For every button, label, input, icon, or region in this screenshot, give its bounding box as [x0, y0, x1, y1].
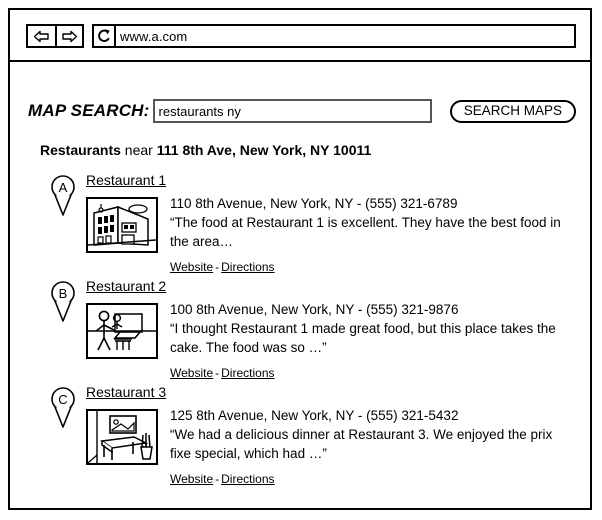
result-details: 110 8th Avenue, New York, NY - (555) 321…	[170, 194, 572, 274]
map-pin-marker[interactable]: C	[46, 386, 80, 430]
results-connector: near	[120, 142, 157, 158]
result-item: C Restaurant 3 125 8th Avenue, New York,…	[10, 384, 590, 490]
navigation-buttons	[26, 24, 84, 48]
map-pin-letter: C	[58, 392, 67, 407]
result-details: 100 8th Avenue, New York, NY - (555) 321…	[170, 300, 572, 380]
reload-icon	[96, 28, 112, 44]
website-link[interactable]: Website	[170, 260, 213, 274]
result-title-link[interactable]: Restaurant 3	[86, 384, 166, 400]
search-maps-button[interactable]: SEARCH MAPS	[449, 99, 576, 123]
map-search-bar: MAP SEARCH: SEARCH MAPS	[28, 98, 576, 124]
result-thumbnail[interactable]	[86, 409, 158, 465]
results-location: 111 8th Ave, New York, NY 10011	[156, 142, 372, 158]
result-links: Website - Directions	[170, 260, 572, 274]
reload-button[interactable]	[94, 26, 116, 46]
address-bar[interactable]: www.a.com	[92, 24, 576, 48]
website-link[interactable]: Website	[170, 366, 213, 380]
link-separator: -	[215, 260, 220, 274]
building-exterior-thumbnail-icon	[88, 199, 156, 251]
result-links: Website - Directions	[170, 472, 572, 486]
result-title-link[interactable]: Restaurant 2	[86, 278, 166, 294]
browser-window: www.a.com MAP SEARCH: SEARCH MAPS Restau…	[8, 8, 592, 510]
directions-link[interactable]: Directions	[221, 366, 274, 380]
result-snippet: “We had a delicious dinner at Restaurant…	[170, 427, 553, 461]
link-separator: -	[215, 472, 220, 486]
website-link[interactable]: Website	[170, 472, 213, 486]
map-pin-letter: B	[59, 286, 68, 301]
result-address: 100 8th Avenue, New York, NY - (555) 321…	[170, 302, 459, 317]
result-title-link[interactable]: Restaurant 1	[86, 172, 166, 188]
results-heading: Restaurants near 111 8th Ave, New York, …	[40, 142, 371, 158]
result-address: 110 8th Avenue, New York, NY - (555) 321…	[170, 196, 458, 211]
map-search-label: MAP SEARCH:	[28, 101, 150, 120]
link-separator: -	[215, 366, 220, 380]
directions-link[interactable]: Directions	[221, 260, 274, 274]
back-button[interactable]	[28, 26, 55, 46]
result-links: Website - Directions	[170, 366, 572, 380]
result-snippet: “The food at Restaurant 1 is excellent. …	[170, 215, 561, 249]
result-snippet: “I thought Restaurant 1 made great food,…	[170, 321, 556, 355]
map-pin-marker[interactable]: B	[46, 280, 80, 324]
arrow-left-icon	[33, 30, 50, 43]
map-search-wireframe: www.a.com MAP SEARCH: SEARCH MAPS Restau…	[0, 0, 602, 520]
arrow-right-icon	[61, 30, 78, 43]
results-list: A Restaurant 1 110 8th Avenue, New York,…	[10, 172, 590, 490]
result-thumbnail[interactable]	[86, 303, 158, 359]
result-item: A Restaurant 1 110 8th Avenue, New York,…	[10, 172, 590, 278]
search-input[interactable]	[152, 99, 432, 123]
result-address: 125 8th Avenue, New York, NY - (555) 321…	[170, 408, 459, 423]
dining-room-interior-thumbnail-icon	[88, 411, 156, 463]
result-thumbnail[interactable]	[86, 197, 158, 253]
browser-toolbar: www.a.com	[10, 10, 590, 62]
map-pin-letter: A	[59, 180, 68, 195]
directions-link[interactable]: Directions	[221, 472, 274, 486]
map-pin-marker[interactable]: A	[46, 174, 80, 218]
url-text[interactable]: www.a.com	[116, 26, 574, 46]
results-category: Restaurants	[40, 142, 121, 158]
forward-button[interactable]	[55, 26, 82, 46]
result-details: 125 8th Avenue, New York, NY - (555) 321…	[170, 406, 572, 486]
result-item: B Restaurant 2 100 8th Avenue, New York,…	[10, 278, 590, 384]
person-at-counter-thumbnail-icon	[88, 305, 156, 357]
